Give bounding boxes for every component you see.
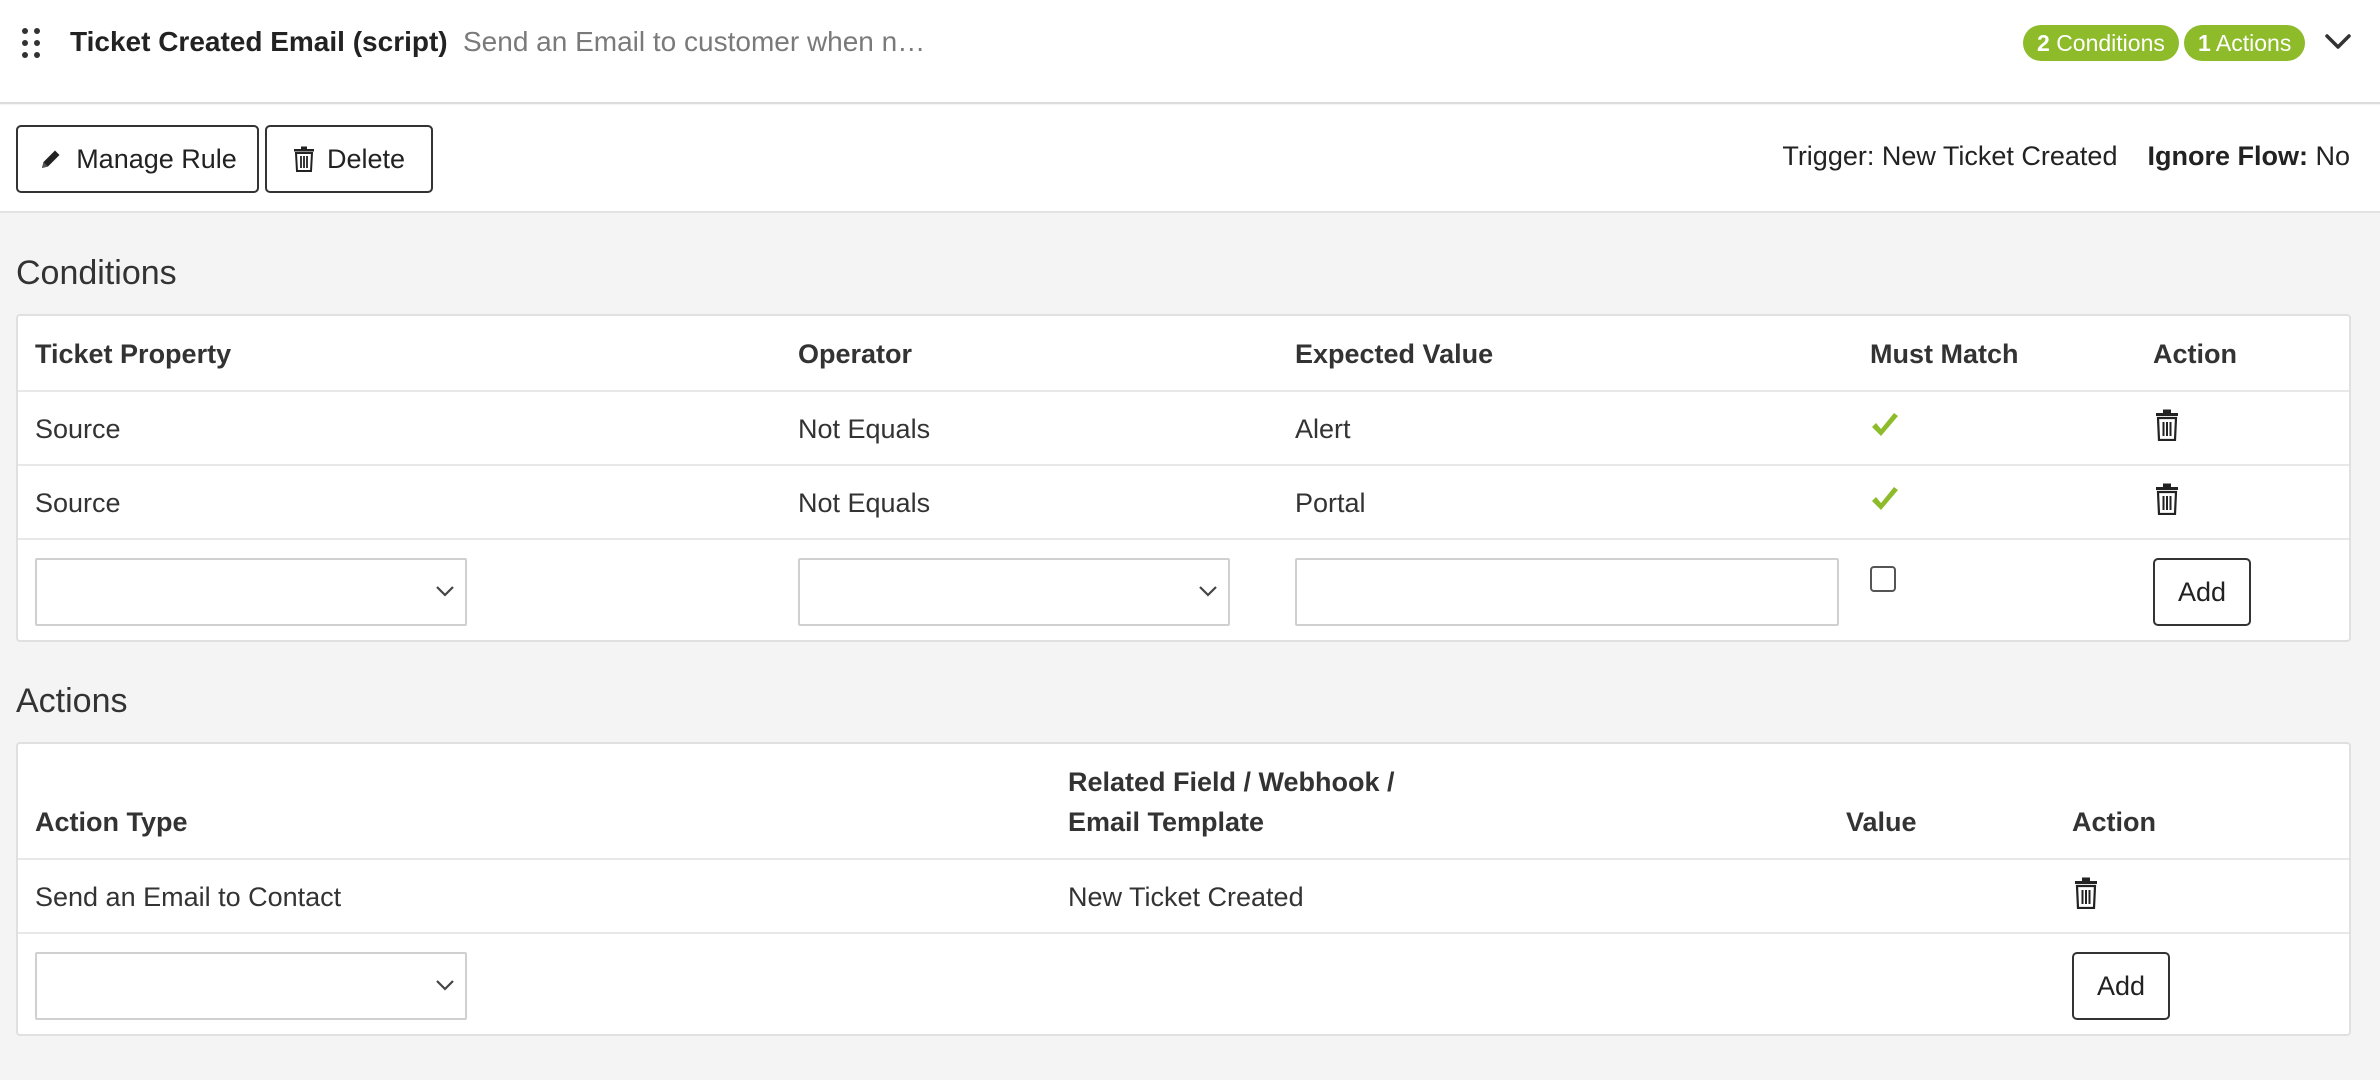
delete-rule-button[interactable]: Delete <box>265 125 433 193</box>
operator-select[interactable] <box>798 558 1230 626</box>
conditions-table: Ticket Property Operator Expected Value … <box>16 314 2351 642</box>
actions-heading: Actions <box>16 682 128 720</box>
must-match-checkbox[interactable] <box>1870 566 1896 592</box>
col-operator: Operator <box>798 339 913 369</box>
add-action-button[interactable]: Add <box>2072 952 2170 1020</box>
trash-icon <box>293 146 314 172</box>
condition-value: Portal <box>1295 488 1366 518</box>
chevron-down-icon <box>436 980 454 991</box>
trash-icon[interactable] <box>2074 877 2098 909</box>
ticket-property-select[interactable] <box>35 558 467 626</box>
condition-property: Source <box>35 488 121 518</box>
col-related-field: Related Field / Webhook / <box>1068 767 1395 797</box>
conditions-count: 2 <box>2037 30 2050 56</box>
col-action: Action <box>2153 339 2237 369</box>
condition-operator: Not Equals <box>798 488 931 518</box>
col-expected-value: Expected Value <box>1295 339 1494 369</box>
divider <box>18 390 2349 392</box>
divider <box>18 932 2349 934</box>
rule-toolbar: Manage Rule Delete Trigger: New Ticket C… <box>0 105 2380 213</box>
divider <box>18 538 2349 540</box>
expected-value-input[interactable] <box>1295 558 1839 626</box>
chevron-down-icon <box>436 586 454 597</box>
actions-count-badge: 1 Actions <box>2184 25 2306 61</box>
manage-rule-label: Manage Rule <box>76 143 237 174</box>
delete-rule-label: Delete <box>326 143 406 174</box>
rule-header[interactable]: Ticket Created Email (script) Send an Em… <box>0 0 2380 104</box>
col-email-template: Email Template <box>1068 807 1265 837</box>
divider <box>18 464 2349 466</box>
trigger-label: Trigger: <box>1782 141 1875 171</box>
add-condition-button[interactable]: Add <box>2153 558 2251 626</box>
action-type: Send an Email to Contact <box>35 882 342 912</box>
rule-title: Ticket Created Email (script) <box>70 26 448 57</box>
conditions-heading: Conditions <box>16 254 177 292</box>
conditions-count-badge: 2 Conditions <box>2023 25 2179 61</box>
condition-value: Alert <box>1295 414 1351 444</box>
condition-operator: Not Equals <box>798 414 931 444</box>
rule-description: Send an Email to customer when n… <box>463 26 926 57</box>
trash-icon[interactable] <box>2155 409 2179 441</box>
col-ticket-property: Ticket Property <box>35 339 232 369</box>
check-icon <box>1872 487 1898 510</box>
divider <box>18 858 2349 860</box>
manage-rule-button[interactable]: Manage Rule <box>16 125 259 193</box>
chevron-down-icon[interactable] <box>2324 30 2352 54</box>
action-related-field: New Ticket Created <box>1068 882 1304 912</box>
col-action-type: Action Type <box>35 807 188 837</box>
check-icon <box>1872 413 1898 436</box>
action-type-select[interactable] <box>35 952 467 1020</box>
trash-icon[interactable] <box>2155 483 2179 515</box>
ignore-flow-label: Ignore Flow: <box>2147 141 2308 171</box>
trigger-value: New Ticket Created <box>1881 141 2118 171</box>
conditions-badge-label: Conditions <box>2056 30 2165 56</box>
actions-table: Action Type Related Field / Webhook / Em… <box>16 742 2351 1036</box>
chevron-down-icon <box>1199 586 1217 597</box>
condition-property: Source <box>35 414 121 444</box>
actions-badge-label: Actions <box>2215 30 2292 56</box>
pencil-icon <box>42 150 60 168</box>
drag-handle-icon[interactable] <box>20 26 42 60</box>
col-must-match: Must Match <box>1870 339 2019 369</box>
ignore-flow-value: No <box>2315 141 2350 171</box>
trigger-info: Trigger: New Ticket Created Ignore Flow:… <box>1782 141 2350 172</box>
actions-count: 1 <box>2198 30 2211 56</box>
col-action: Action <box>2072 807 2156 837</box>
col-value: Value <box>1846 807 1917 837</box>
